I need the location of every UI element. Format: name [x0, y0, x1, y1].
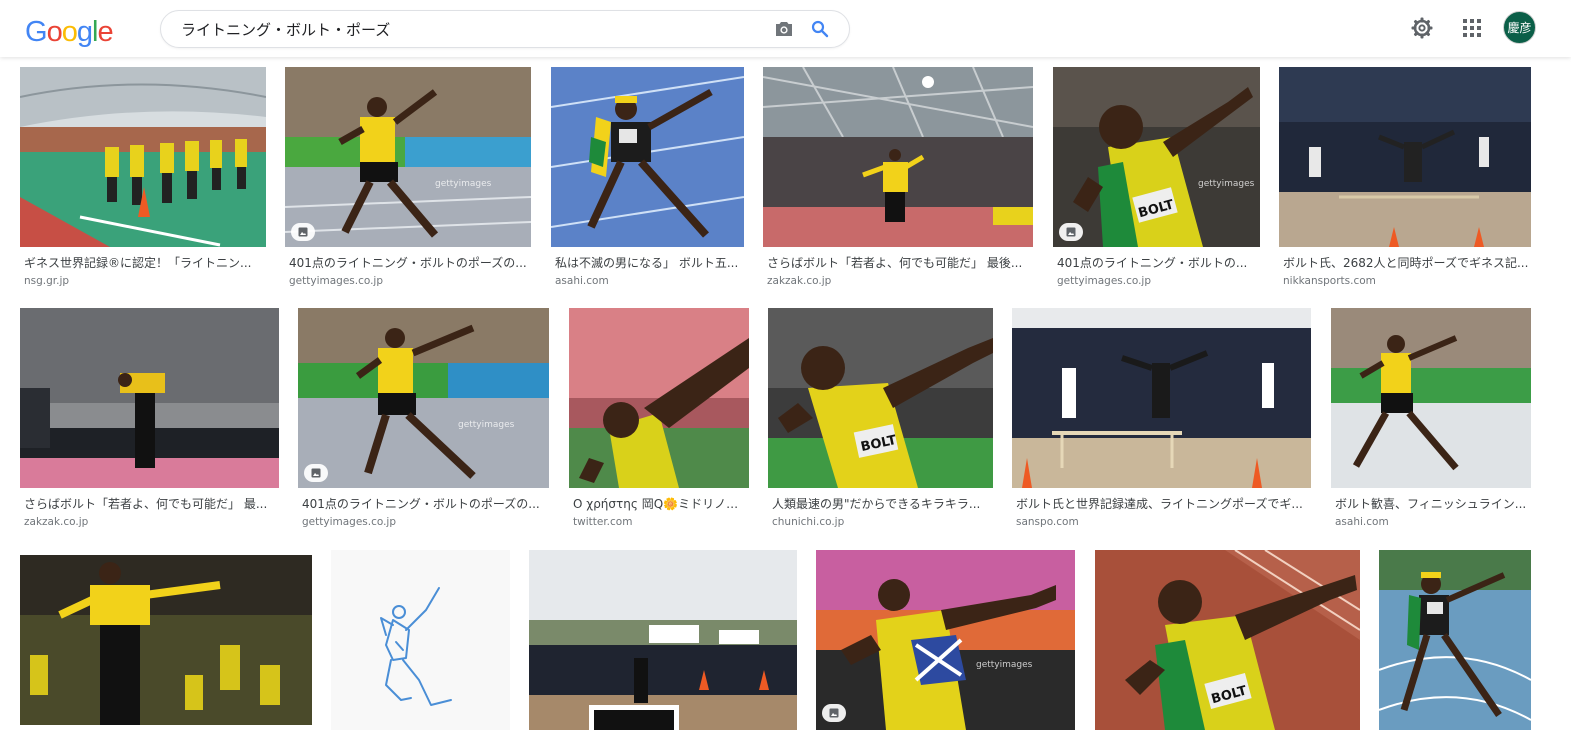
image-result[interactable] — [529, 550, 797, 741]
image-result[interactable]: Ο χρήστης 岡Q🌼ミドリノバ... twitter.com — [569, 308, 749, 538]
image-result[interactable]: ボルト氏と世界記録達成、ライトニングポーズでギ... sanspo.com — [1012, 308, 1311, 538]
image-result[interactable] — [1379, 550, 1531, 741]
gear-icon[interactable] — [1408, 14, 1436, 42]
watermark-text: gettyimages — [435, 179, 492, 189]
result-domain: twitter.com — [573, 516, 633, 528]
account-avatar[interactable]: 慶彦 — [1503, 11, 1536, 44]
result-caption[interactable]: さらばボルト「若者よ、何でも可能だ」 最... — [24, 496, 275, 512]
result-domain: gettyimages.co.jp — [302, 516, 397, 528]
image-result[interactable] — [331, 550, 510, 741]
result-thumbnail[interactable] — [1379, 550, 1531, 730]
result-thumbnail[interactable] — [529, 550, 797, 730]
image-result[interactable] — [20, 555, 312, 741]
result-caption[interactable]: さらばボルト「若者よ、何でも可能だ」 最後... — [767, 255, 1029, 271]
image-result[interactable]: ボルト氏、2682人と同時ポーズでギネス記... nikkansports.co… — [1279, 67, 1531, 297]
top-header: Google ライトニング・ボルト・ポーズ 慶彦 — [0, 0, 1571, 57]
result-caption[interactable]: ボルト氏、2682人と同時ポーズでギネス記... — [1283, 255, 1529, 271]
image-badge-icon — [1059, 223, 1083, 241]
image-result[interactable]: さらばボルト「若者よ、何でも可能だ」 最... zakzak.co.jp — [20, 308, 279, 538]
result-thumbnail[interactable] — [1331, 308, 1531, 488]
watermark-text: gettyimages — [1198, 179, 1255, 189]
apps-grid-icon[interactable] — [1458, 14, 1486, 42]
search-icon[interactable] — [809, 19, 831, 39]
result-domain: gettyimages.co.jp — [1057, 275, 1152, 287]
result-thumbnail[interactable]: gettyimages — [285, 67, 531, 247]
image-result[interactable]: BOLT — [1095, 550, 1360, 741]
result-domain: nikkansports.com — [1283, 275, 1376, 287]
result-thumbnail[interactable]: gettyimages — [298, 308, 549, 488]
result-domain: gettyimages.co.jp — [289, 275, 384, 287]
result-caption[interactable]: 401点のライトニング・ボルトの... — [1057, 255, 1256, 271]
watermark-text: gettyimages — [458, 420, 515, 430]
logo-letter: o — [46, 16, 63, 48]
result-domain: sanspo.com — [1016, 516, 1079, 528]
logo-letter: g — [76, 16, 93, 48]
result-thumbnail[interactable]: BOLT — [1095, 550, 1360, 730]
result-thumbnail[interactable]: BOLT gettyimages — [1053, 67, 1260, 247]
image-badge-icon — [291, 223, 315, 241]
result-thumbnail[interactable] — [569, 308, 749, 488]
image-result[interactable]: gettyimages 401点のライトニング・ボルトのポーズの... gett… — [298, 308, 549, 538]
image-results-grid: ギネス世界記録®に認定！「ライトニン... nsg.gr.jp gettyima… — [0, 57, 1571, 741]
result-caption[interactable]: Ο χρήστης 岡Q🌼ミドリノバ... — [573, 496, 745, 512]
result-thumbnail[interactable] — [551, 67, 744, 247]
image-badge-icon — [822, 704, 846, 722]
result-domain: zakzak.co.jp — [767, 275, 832, 287]
logo-letter: G — [25, 16, 48, 48]
result-thumbnail[interactable]: gettyimages — [816, 550, 1075, 730]
result-thumbnail[interactable] — [20, 308, 279, 488]
result-thumbnail[interactable] — [331, 550, 510, 730]
image-badge-icon — [304, 464, 328, 482]
result-domain: asahi.com — [555, 275, 609, 287]
result-caption[interactable]: ボルト氏と世界記録達成、ライトニングポーズでギ... — [1016, 496, 1307, 512]
result-thumbnail[interactable] — [1279, 67, 1531, 247]
image-result[interactable]: BOLT gettyimages 401点のライトニング・ボルトの... get… — [1053, 67, 1260, 297]
image-result[interactable]: ボルト歓喜、フィニッシュライン... asahi.com — [1331, 308, 1531, 538]
result-thumbnail[interactable] — [20, 67, 266, 247]
watermark-text: gettyimages — [976, 660, 1033, 670]
result-caption[interactable]: ギネス世界記録®に認定！「ライトニン... — [24, 255, 262, 271]
image-result[interactable]: 私は不滅の男になる」 ボルト五... asahi.com — [551, 67, 744, 297]
logo-letter: o — [61, 16, 78, 48]
logo-letter: e — [97, 16, 113, 48]
result-domain: asahi.com — [1335, 516, 1389, 528]
search-input[interactable] — [181, 11, 741, 47]
result-thumbnail[interactable]: BOLT — [768, 308, 993, 488]
result-thumbnail[interactable] — [763, 67, 1033, 247]
image-result[interactable]: gettyimages 401点のライトニング・ボルトのポーズの... gett… — [285, 67, 531, 297]
camera-icon[interactable] — [773, 19, 795, 39]
search-box — [160, 10, 850, 48]
result-domain: nsg.gr.jp — [24, 275, 70, 287]
image-result[interactable]: さらばボルト「若者よ、何でも可能だ」 最後... zakzak.co.jp — [763, 67, 1033, 297]
result-caption[interactable]: 私は不滅の男になる」 ボルト五... — [555, 255, 740, 271]
result-caption[interactable]: 人類最速の男"だからできるキラキラ... — [772, 496, 989, 512]
google-logo[interactable]: Google — [25, 12, 114, 52]
result-caption[interactable]: 401点のライトニング・ボルトのポーズの... — [289, 255, 527, 271]
image-result[interactable]: BOLT 人類最速の男"だからできるキラキラ... chunichi.co.jp — [768, 308, 993, 538]
image-result[interactable]: ギネス世界記録®に認定！「ライトニン... nsg.gr.jp — [20, 67, 266, 297]
image-result[interactable]: gettyimages — [816, 550, 1075, 741]
result-caption[interactable]: ボルト歓喜、フィニッシュライン... — [1335, 496, 1529, 512]
result-thumbnail[interactable] — [20, 555, 312, 725]
result-domain: zakzak.co.jp — [24, 516, 89, 528]
result-thumbnail[interactable] — [1012, 308, 1311, 488]
result-caption[interactable]: 401点のライトニング・ボルトのポーズの... — [302, 496, 545, 512]
result-domain: chunichi.co.jp — [772, 516, 845, 528]
